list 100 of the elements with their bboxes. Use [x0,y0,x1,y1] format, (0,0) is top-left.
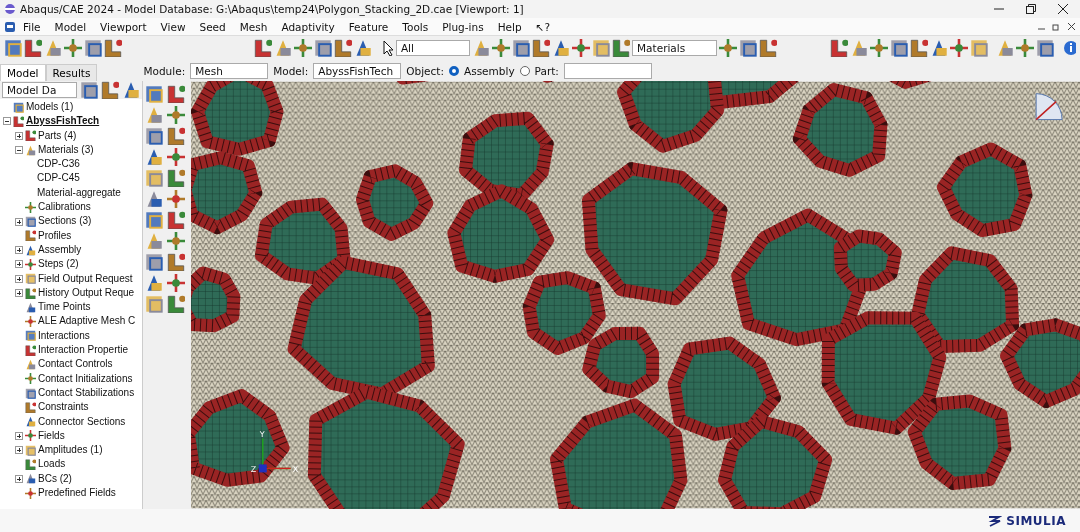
tool-icon[interactable] [145,211,163,229]
tool-icon[interactable] [167,211,185,229]
menu-item[interactable]: Tools [395,20,436,33]
selection-filter-dropdown[interactable]: All [395,40,471,56]
tool-icon[interactable] [167,295,185,313]
tree-item[interactable]: Time Points [38,300,91,315]
toolbar-icon[interactable] [4,39,22,57]
tree-item[interactable]: BCs (2) [38,471,72,486]
menu-item[interactable]: Seed [192,20,233,33]
toolbar-icon[interactable] [996,39,1015,57]
tree-item[interactable]: Fields [38,428,65,444]
toolbar-icon[interactable] [829,39,848,57]
module-dropdown[interactable]: Mesh [190,62,269,79]
tree-item[interactable]: Contact Stabilizations [38,385,135,401]
tool-icon[interactable] [145,127,163,145]
tree-item[interactable]: ALE Adaptive Mesh C [38,314,136,329]
tool-icon[interactable] [167,274,185,292]
tool-icon[interactable] [167,253,185,271]
tree-item[interactable]: Field Output Request [38,271,133,286]
toolbar-icon[interactable] [314,39,333,57]
expander[interactable] [15,246,23,255]
tool-icon[interactable] [145,190,163,208]
tree-item[interactable]: Profiles [38,228,72,243]
tree-item[interactable]: Interaction Propertie [38,343,129,358]
tree-item[interactable]: Loads [38,457,66,472]
tree-item[interactable]: Contact Controls [38,357,113,372]
database-dropdown[interactable]: Model Da [2,82,77,98]
toolbar-icon[interactable] [572,39,591,57]
toolbar-icon[interactable] [592,39,611,57]
toolbar-icon[interactable] [334,39,353,57]
close-icon[interactable] [1058,4,1068,14]
expander[interactable] [15,474,23,483]
tool-icon[interactable] [145,148,163,166]
window-menu-icon[interactable] [4,20,16,33]
toolbar-icon[interactable] [24,39,42,57]
expander[interactable] [15,131,23,140]
toolbar-icon[interactable] [44,39,62,57]
menu-item[interactable]: File [16,20,48,33]
toolbar-icon[interactable] [612,39,631,57]
toolbar-icon[interactable] [552,39,571,57]
tool-icon[interactable] [145,232,163,250]
toolbar-icon[interactable] [354,39,373,57]
toolbar-icon[interactable] [909,39,928,57]
toolbar-icon[interactable] [532,39,551,57]
tool-icon[interactable] [167,190,185,208]
tree-item[interactable]: History Output Reque [38,285,135,301]
tree-item[interactable]: Contact Initializations [38,371,133,386]
tool-icon[interactable] [167,169,185,187]
tree-item[interactable]: Constraints [38,400,89,415]
radio-label[interactable]: Part: [534,64,559,77]
radio-button[interactable] [519,65,530,76]
toolbar-icon[interactable] [949,39,968,57]
tree-item[interactable]: AbyssFishTech [26,114,100,129]
expander[interactable] [15,446,23,455]
tree-item[interactable]: Predefined Fields [38,486,116,501]
radio-label[interactable]: Assembly [464,64,515,77]
expander[interactable] [15,289,23,297]
toolbar-icon[interactable] [969,39,988,57]
toolbar-icon[interactable] [472,39,491,57]
menu-item[interactable]: Help [490,20,529,33]
tree-item[interactable]: Materials (3) [38,142,94,158]
toolbar-icon[interactable] [869,39,888,57]
tool-icon[interactable] [167,85,185,103]
tool-icon[interactable] [145,295,163,313]
tree-item[interactable]: Sections (3) [38,214,92,229]
restore-icon[interactable] [1026,4,1036,14]
toolbar-icon[interactable] [294,39,313,57]
menu-item[interactable]: Feature [341,20,396,33]
color-code-dropdown[interactable]: Materials [632,40,718,56]
toolbar-icon[interactable] [104,39,122,57]
toolbar-icon[interactable] [1036,39,1055,57]
toolbar-icon[interactable] [889,39,908,57]
tool-icon[interactable] [167,232,185,250]
menu-item[interactable]: ↖? [528,20,557,33]
tree-item[interactable]: Assembly [38,242,82,258]
tool-icon[interactable] [145,253,163,271]
expander[interactable] [15,274,23,283]
toolbar-icon[interactable] [739,39,758,57]
toolbar-icon[interactable] [1016,39,1035,57]
toolbar-icon[interactable] [254,39,273,57]
model-dropdown[interactable]: AbyssFishTech [313,62,402,79]
menu-item[interactable]: Adaptivity [274,20,342,33]
toolbar-icon[interactable] [492,39,511,57]
expander[interactable] [15,260,23,269]
close-icon[interactable] [1067,22,1076,31]
tool-icon[interactable] [145,85,163,103]
tree-item[interactable]: Steps (2) [38,257,79,272]
cursor-icon[interactable] [381,40,394,56]
expander[interactable] [3,117,11,126]
tree-item[interactable]: Connector Sections [38,414,126,429]
tree-item[interactable]: Models (1) [26,100,74,115]
panel-tab[interactable]: Results [45,64,98,81]
menu-item[interactable]: View [153,20,193,33]
tree-item[interactable]: Calibrations [38,200,91,215]
tree-item[interactable]: CDP-C45 [37,171,80,186]
toolbar-icon[interactable] [101,81,119,99]
toolbar-icon[interactable] [719,39,738,57]
expander[interactable] [15,217,23,226]
tool-icon[interactable] [167,148,185,166]
tool-icon[interactable] [167,106,185,124]
